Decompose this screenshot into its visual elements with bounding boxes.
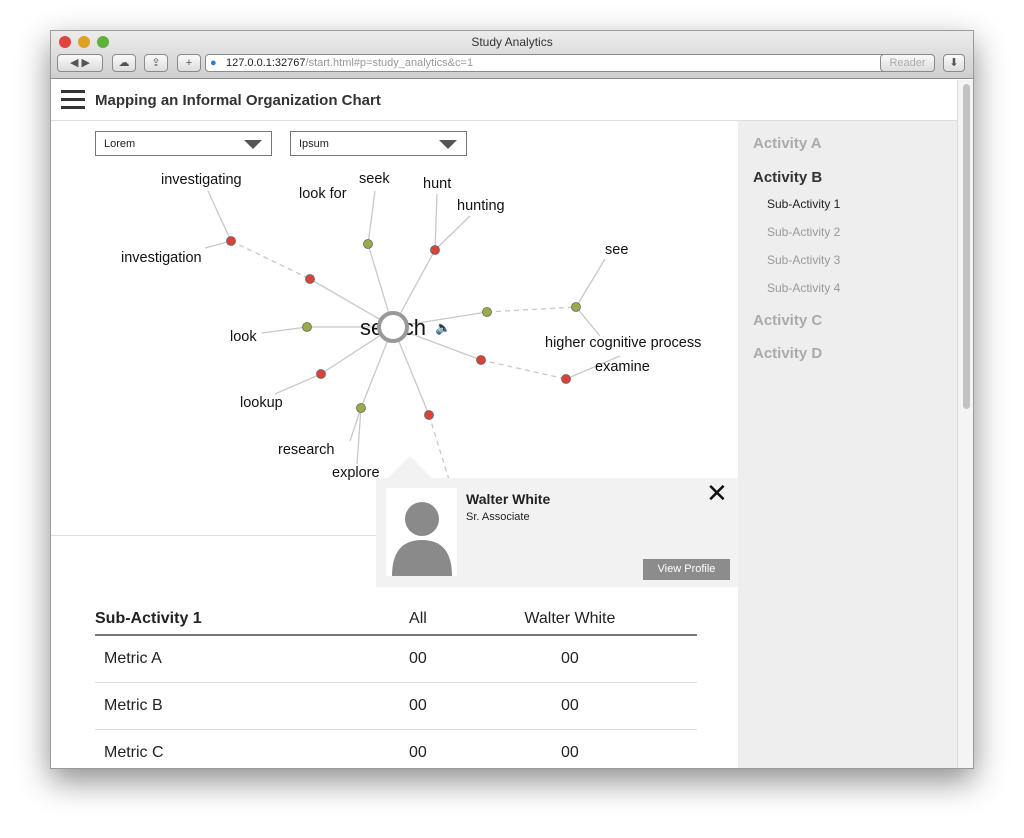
page-content: Mapping an Informal Organization Chart i… — [51, 80, 957, 768]
table-row: Metric A 00 00 — [95, 635, 697, 683]
column-header: Walter White — [442, 610, 697, 636]
metric-name: Metric A — [95, 635, 394, 683]
graph-node-green — [356, 403, 366, 413]
profile-role: Sr. Associate — [466, 511, 530, 523]
graph-label: look — [230, 329, 257, 345]
graph-node-red — [476, 355, 486, 365]
graph-label: seek — [359, 171, 390, 187]
chevron-down-icon — [439, 140, 457, 149]
divider — [51, 535, 377, 536]
graph-label: explore — [332, 465, 380, 481]
graph-node-green — [302, 322, 312, 332]
chevron-down-icon — [244, 140, 262, 149]
metrics-table: Sub-Activity 1 All Walter White Metric A 00… — [95, 610, 697, 768]
graph-node-green — [571, 302, 581, 312]
view-profile-button[interactable]: View Profile — [643, 559, 730, 580]
sidebar-item-activity-b[interactable]: Activity B — [753, 169, 822, 186]
graph-node-green — [363, 239, 373, 249]
title-bar: Study Analytics ◀ ▶ ☁ ⇪ + ● 127.0.0.1:327… — [51, 31, 973, 79]
graph-node-red — [561, 374, 571, 384]
graph-edge — [261, 326, 308, 334]
graph-node-red — [430, 245, 440, 255]
url-path: /start.html#p=study_analytics&c=1 — [305, 57, 474, 69]
graph-node-green — [482, 307, 492, 317]
graph-label: research — [278, 442, 334, 458]
cell: 00 — [442, 635, 697, 683]
graph-center-node — [377, 311, 409, 343]
url-host: 127.0.0.1:32767 — [226, 57, 306, 69]
scrollbar-thumb[interactable] — [963, 84, 970, 409]
reader-button[interactable]: Reader — [880, 54, 935, 72]
graph-node-red — [316, 369, 326, 379]
cell: 00 — [442, 682, 697, 730]
sidebar-item-activity-c[interactable]: Activity C — [753, 312, 822, 329]
sidebar-item-activity-d[interactable]: Activity D — [753, 345, 822, 362]
graph-label: investigation — [121, 250, 202, 266]
graph-label: examine — [595, 359, 650, 375]
sidebar-item-activity-a[interactable]: Activity A — [753, 135, 822, 152]
filter-dropdown-2[interactable]: Ipsum — [290, 131, 467, 156]
graph-node-red — [305, 274, 315, 284]
graph-edge — [207, 190, 232, 242]
sidebar-subitem-3[interactable]: Sub-Activity 3 — [767, 253, 840, 267]
graph-edge — [575, 258, 606, 308]
graph-label: investigating — [161, 172, 242, 188]
metric-name: Metric B — [95, 682, 394, 730]
cell: 00 — [442, 729, 697, 768]
address-bar[interactable]: ● 127.0.0.1:32767/start.html#p=study_anal… — [205, 54, 910, 72]
graph-edge — [230, 240, 311, 280]
filter-dropdown-1[interactable]: Lorem — [95, 131, 272, 156]
graph-edge — [274, 373, 322, 395]
graph-edge — [434, 215, 471, 251]
column-header: All — [393, 610, 443, 636]
browser-window: Study Analytics ◀ ▶ ☁ ⇪ + ● 127.0.0.1:327… — [50, 30, 974, 769]
share-button[interactable]: ⇪ — [144, 54, 168, 72]
avatar — [386, 488, 457, 576]
profile-popup: Walter White Sr. Associate ✕ View Profil… — [376, 456, 738, 587]
graph-edge — [575, 306, 601, 337]
speaker-icon: 🔈 — [435, 320, 451, 336]
graph-label: hunting — [457, 198, 505, 214]
close-icon[interactable]: ✕ — [706, 480, 728, 506]
popup-arrow — [388, 456, 432, 478]
metric-name: Metric C — [95, 729, 394, 768]
cell: 00 — [393, 635, 443, 683]
graph-node-red — [424, 410, 434, 420]
dropdown-value: Ipsum — [299, 138, 329, 150]
cell: 00 — [393, 729, 443, 768]
graph-label: hunt — [423, 176, 451, 192]
back-forward-button[interactable]: ◀ ▶ — [57, 54, 103, 72]
icloud-button[interactable]: ☁ — [112, 54, 136, 72]
graph-edge — [367, 190, 376, 245]
graph-node-red — [226, 236, 236, 246]
globe-icon: ● — [210, 57, 217, 69]
graph-label: lookup — [240, 395, 283, 411]
sidebar-subitem-2[interactable]: Sub-Activity 2 — [767, 225, 840, 239]
graph-edge — [434, 193, 438, 251]
scrollbar[interactable] — [957, 80, 973, 768]
table-row: Metric C 00 00 — [95, 729, 697, 768]
table-row: Metric B 00 00 — [95, 682, 697, 730]
sidebar-subitem-4[interactable]: Sub-Activity 4 — [767, 281, 840, 295]
dropdown-value: Lorem — [104, 138, 136, 150]
downloads-button[interactable]: ⬇ — [943, 54, 965, 72]
sidebar-subitem-1[interactable]: Sub-Activity 1 — [767, 197, 840, 211]
window-title: Study Analytics — [471, 35, 553, 49]
graph-edge — [486, 306, 577, 313]
graph-label: look for — [299, 186, 347, 202]
graph-edge — [428, 414, 451, 484]
profile-name: Walter White — [466, 491, 551, 507]
add-tab-button[interactable]: + — [177, 54, 201, 72]
column-header: Sub-Activity 1 — [95, 610, 394, 636]
cell: 00 — [393, 682, 443, 730]
graph-label: see — [605, 242, 628, 258]
sidebar: Activity A Activity B Sub-Activity 1 Sub… — [738, 121, 957, 768]
graph-edge — [480, 359, 567, 380]
graph-label: higher cognitive process — [545, 335, 701, 351]
